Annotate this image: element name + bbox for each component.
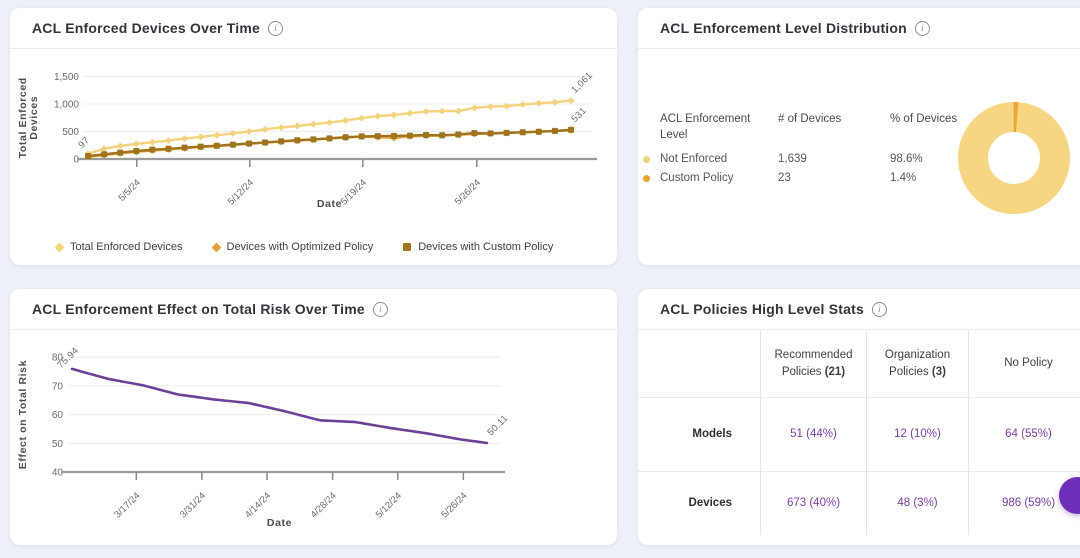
svg-text:1,000: 1,000	[54, 100, 79, 111]
stats-table: Recommended Policies (21) Organization P…	[638, 330, 1080, 535]
svg-text:5/12/24: 5/12/24	[226, 177, 256, 207]
svg-text:4/28/24: 4/28/24	[309, 490, 339, 520]
panel-risk-over-time: ACL Enforcement Effect on Total Risk Ove…	[10, 289, 617, 545]
svg-text:Date: Date	[267, 517, 292, 529]
svg-text:70: 70	[52, 381, 64, 392]
row-header-devices: Devices	[638, 472, 760, 535]
table-row-label[interactable]: Not Enforced	[660, 153, 778, 165]
enforced-devices-line-chart: 05001,0001,5005/5/245/12/245/19/245/26/2…	[10, 49, 617, 229]
svg-text:Total EnforcedDevices: Total EnforcedDevices	[17, 77, 40, 158]
panel-title: ACL Enforced Devices Over Time	[32, 20, 260, 36]
dashboard: { "icons": {"info": "i"}, "colors": { "b…	[0, 0, 1080, 558]
svg-text:50: 50	[52, 439, 64, 450]
panel-acl-policies-stats: ACL Policies High Level Stats i Recommen…	[638, 289, 1080, 545]
svg-text:Date: Date	[317, 198, 342, 210]
column-header-no-policy: No Policy	[968, 330, 1080, 398]
row-devices-value: 1,639	[778, 153, 890, 165]
column-header-level: ACL Enforcement Level	[660, 112, 778, 143]
row-pct-value: 1.4%	[890, 172, 962, 184]
column-header-recommended-policies: Recommended Policies (21)	[760, 330, 866, 398]
svg-text:75.94: 75.94	[55, 345, 81, 371]
row-label: Custom Policy	[660, 172, 734, 184]
svg-text:1,061: 1,061	[569, 70, 595, 96]
svg-text:3/17/24: 3/17/24	[112, 490, 142, 520]
models-organization-value[interactable]: 12 (10%)	[866, 398, 968, 472]
info-icon[interactable]: i	[915, 21, 930, 36]
info-icon[interactable]: i	[373, 302, 388, 317]
column-header-organization-policies: Organization Policies (3)	[866, 330, 968, 398]
panel-header: ACL Enforcement Effect on Total Risk Ove…	[10, 289, 617, 330]
diamond-legend-icon	[55, 242, 65, 252]
custom-policy-dot-icon	[643, 175, 650, 182]
panel-title: ACL Policies High Level Stats	[660, 301, 864, 317]
panel-enforced-devices-over-time: ACL Enforced Devices Over Time i 05001,0…	[10, 8, 617, 265]
svg-text:5/26/24: 5/26/24	[439, 490, 469, 520]
panel-header: ACL Enforced Devices Over Time i	[10, 8, 617, 49]
models-recommended-value[interactable]: 51 (44%)	[760, 398, 866, 472]
empty-corner-cell	[638, 330, 760, 398]
panel-title: ACL Enforcement Level Distribution	[660, 20, 907, 36]
svg-text:531: 531	[569, 105, 589, 125]
svg-text:5/26/24: 5/26/24	[453, 177, 483, 207]
svg-text:Effect on Total Risk: Effect on Total Risk	[17, 360, 29, 469]
svg-text:5/12/24: 5/12/24	[374, 490, 404, 520]
svg-text:3/31/24: 3/31/24	[178, 490, 208, 520]
models-no-policy-value[interactable]: 64 (55%)	[968, 398, 1080, 472]
legend-item[interactable]: Devices with Custom Policy	[403, 241, 553, 253]
row-header-models: Models	[638, 398, 760, 472]
svg-text:5/19/24: 5/19/24	[339, 177, 369, 207]
distribution-table: ACL Enforcement Level # of Devices % of …	[660, 112, 962, 184]
header-count: (21)	[825, 366, 845, 378]
table-row-label[interactable]: Custom Policy	[660, 172, 778, 184]
devices-organization-value[interactable]: 48 (3%)	[866, 472, 968, 535]
row-pct-value: 98.6%	[890, 153, 962, 165]
panel-header: ACL Policies High Level Stats i	[638, 289, 1080, 330]
svg-text:60: 60	[52, 410, 64, 421]
svg-text:4/14/24: 4/14/24	[243, 490, 273, 520]
svg-text:500: 500	[62, 127, 79, 138]
header-text: No Policy	[1004, 357, 1053, 369]
svg-text:50.11: 50.11	[485, 413, 510, 438]
chart-legend: Total Enforced Devices Devices with Optim…	[10, 229, 617, 265]
donut-chart-wrap	[954, 98, 1074, 218]
legend-label: Devices with Optimized Policy	[227, 241, 374, 253]
diamond-legend-icon	[211, 242, 221, 252]
square-legend-icon	[403, 243, 411, 251]
legend-label: Total Enforced Devices	[70, 241, 183, 253]
svg-text:5/5/24: 5/5/24	[116, 177, 142, 203]
header-count: (3)	[932, 366, 946, 378]
risk-line-chart: 40506070803/17/243/31/244/14/244/28/245/…	[10, 330, 617, 546]
panel-enforcement-level-distribution: ACL Enforcement Level Distribution i ACL…	[638, 8, 1080, 265]
info-icon[interactable]: i	[268, 21, 283, 36]
not-enforced-dot-icon	[643, 156, 650, 163]
legend-item[interactable]: Devices with Optimized Policy	[213, 241, 374, 253]
svg-text:1,500: 1,500	[54, 72, 79, 83]
legend-item[interactable]: Total Enforced Devices	[56, 241, 183, 253]
legend-label: Devices with Custom Policy	[418, 241, 553, 253]
column-header-pct: % of Devices	[890, 112, 962, 143]
devices-recommended-value[interactable]: 673 (40%)	[760, 472, 866, 535]
enforcement-donut-chart[interactable]	[954, 98, 1074, 218]
column-header-devices: # of Devices	[778, 112, 890, 143]
panel-title: ACL Enforcement Effect on Total Risk Ove…	[32, 301, 365, 317]
panel-header: ACL Enforcement Level Distribution i	[638, 8, 1080, 49]
info-icon[interactable]: i	[872, 302, 887, 317]
row-devices-value: 23	[778, 172, 890, 184]
row-label: Not Enforced	[660, 153, 727, 165]
